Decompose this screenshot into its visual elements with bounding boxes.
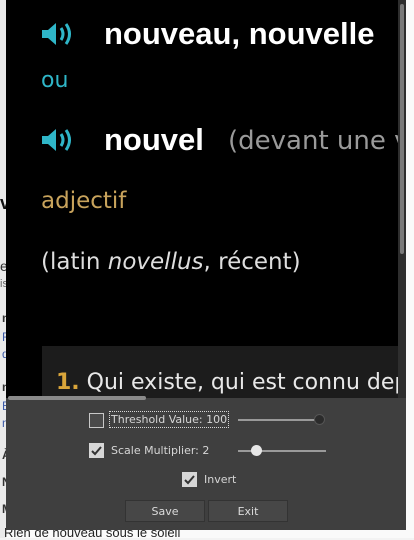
part-of-speech: adjectif [41, 188, 127, 214]
speaker-icon[interactable] [40, 127, 80, 153]
etymology-suffix: , récent) [203, 249, 301, 275]
threshold-checkbox[interactable] [89, 413, 104, 428]
save-button[interactable]: Save [125, 500, 205, 522]
threshold-slider-track[interactable] [238, 419, 320, 421]
definition-number: 1. [56, 370, 80, 395]
vertical-scrollbar-thumb[interactable] [400, 4, 404, 254]
exit-button[interactable]: Exit [208, 500, 288, 522]
vertical-scrollbar[interactable] [398, 0, 406, 398]
definition: 1. Qui existe, qui est connu depuis peu [56, 370, 398, 395]
headword-alt-note: (devant une voyelle ou un h muet) [228, 126, 398, 156]
etymology: (latin novellus, récent) [41, 249, 301, 275]
checkmark-icon [91, 446, 102, 456]
headword-main: nouveau, nouvelle [104, 16, 375, 51]
definition-text: Qui existe, qui est connu depuis peu [86, 370, 398, 395]
scale-label: Scale Multiplier: 2 [111, 444, 210, 457]
headword-alt: nouvel [104, 122, 204, 157]
conjunction-ou: ou [41, 68, 69, 93]
checkmark-icon [184, 475, 195, 485]
image-canvas: nouveau, nouvelle ou nouvel (devant une … [6, 0, 398, 398]
definition-box: 1. Qui existe, qui est connu depuis peu [42, 346, 398, 398]
scale-checkbox[interactable] [89, 443, 104, 458]
invert-label: Invert [204, 473, 237, 486]
horizontal-scrollbar-thumb[interactable] [8, 396, 146, 400]
invert-checkbox[interactable] [182, 472, 197, 487]
threshold-slider-handle[interactable] [314, 414, 325, 425]
scale-slider-handle[interactable] [251, 445, 262, 456]
etymology-prefix: (latin [41, 249, 108, 275]
etymology-word: novellus [107, 249, 204, 275]
speaker-icon[interactable] [40, 21, 80, 47]
threshold-label: Threshold Value: 100 [108, 411, 230, 428]
